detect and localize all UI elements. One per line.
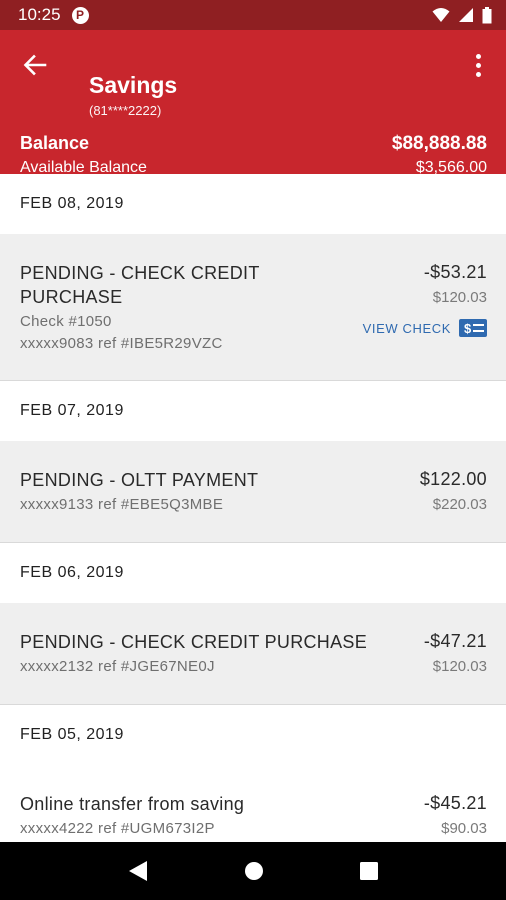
nav-recents-icon[interactable] [360,862,378,880]
transaction-description: Online transfer from saving [20,794,245,814]
transaction-amount: -$53.21 [423,262,487,282]
transaction-description: PENDING - OLTT PAYMENT [20,470,259,490]
wifi-icon [432,8,450,22]
check-number: Check #1050 [20,313,112,330]
back-button[interactable] [20,52,50,78]
transaction-reference: xxxxx9133 ref #EBE5Q3MBE [20,496,224,513]
signal-icon [459,8,473,22]
nav-back-icon[interactable] [128,860,148,882]
balance-label: Balance [20,133,90,153]
transaction-reference: xxxxx4222 ref #UGM673I2P [20,820,215,837]
transaction-row[interactable]: PENDING - CHECK CREDIT PURCHASE Check #1… [0,234,506,381]
date-header: FEB 07, 2019 [0,381,506,441]
check-dollar-icon: $ [459,319,487,337]
overflow-menu-button[interactable] [466,52,490,78]
transaction-reference: xxxxx9083 ref #IBE5R29VZC [20,335,223,352]
account-header: Savings (81****2222) Balance $88,888.88 … [0,30,506,176]
transaction-details: PENDING - OLTT PAYMENT xxxxx9133 ref #EB… [20,468,258,516]
system-nav-bar [0,842,506,900]
running-balance: $120.03 [432,658,487,675]
running-balance: $90.03 [441,820,487,837]
running-balance: $220.03 [432,496,487,513]
status-time: 10:25 [18,5,61,24]
transaction-row[interactable]: PENDING - CHECK CREDIT PURCHASE xxxxx213… [0,603,506,705]
running-balance: $120.03 [432,289,487,306]
transaction-details: Online transfer from saving xxxxx4222 re… [20,792,244,840]
svg-text:$: $ [464,321,472,336]
date-header: FEB 08, 2019 [0,174,506,234]
date-header: FEB 05, 2019 [0,705,506,765]
transaction-amount: $122.00 [419,469,487,489]
transaction-description: PENDING - CHECK CREDIT PURCHASE [20,632,368,652]
status-icons [432,6,492,24]
notification-badge-icon: P [71,6,89,24]
more-vert-icon [475,53,481,59]
battery-icon [482,6,492,23]
nav-home-icon[interactable] [244,861,264,881]
transaction-description: PENDING - CHECK CREDIT [20,263,260,283]
view-check-link[interactable]: VIEW CHECK $ [363,319,487,337]
available-balance-label: Available Balance [20,159,147,176]
available-balance-value: $3,566.00 [415,159,487,176]
view-check-label: VIEW CHECK [362,320,451,336]
page-title: Savings [89,72,178,98]
arrow-left-icon [23,54,47,76]
transaction-details: PENDING - CHECK CREDIT PURCHASE xxxxx213… [20,630,367,678]
transaction-details: PENDING - CHECK CREDIT PURCHASE Check #1… [20,261,260,355]
transaction-description-cont: PURCHASE [20,287,123,307]
account-number: (81****2222) [89,103,162,118]
transaction-amount: -$47.21 [423,631,487,651]
transaction-reference: xxxxx2132 ref #JGE67NE0J [20,658,215,675]
date-header: FEB 06, 2019 [0,543,506,603]
transaction-amount: -$45.21 [423,793,487,813]
balance-value: $88,888.88 [391,133,487,154]
status-bar: 10:25 P [0,0,506,30]
transaction-row[interactable]: PENDING - OLTT PAYMENT xxxxx9133 ref #EB… [0,441,506,543]
